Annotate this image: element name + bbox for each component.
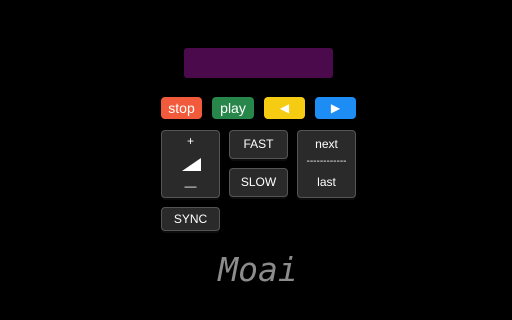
play-button[interactable]: play <box>212 97 254 119</box>
stop-button[interactable]: stop <box>161 97 202 119</box>
last-track-button[interactable]: last <box>298 175 355 189</box>
display-screen <box>184 48 333 78</box>
track-divider: ------------ <box>306 156 347 167</box>
previous-button[interactable]: ◀ <box>264 97 305 119</box>
sync-button[interactable]: SYNC <box>161 207 220 231</box>
fast-button[interactable]: FAST <box>229 130 288 159</box>
triangle-left-icon: ◀ <box>279 101 290 115</box>
next-track-button[interactable]: next <box>298 137 355 151</box>
slow-button[interactable]: SLOW <box>229 168 288 197</box>
volume-up-button[interactable]: + <box>162 134 219 148</box>
triangle-right-icon: ▶ <box>330 101 341 115</box>
next-button[interactable]: ▶ <box>315 97 356 119</box>
volume-ramp-icon <box>182 158 201 171</box>
track-control: next ------------ last <box>297 130 356 198</box>
volume-control: + — <box>161 130 220 198</box>
app-logo-text: Moai <box>218 250 298 289</box>
volume-down-button[interactable]: — <box>162 179 219 193</box>
